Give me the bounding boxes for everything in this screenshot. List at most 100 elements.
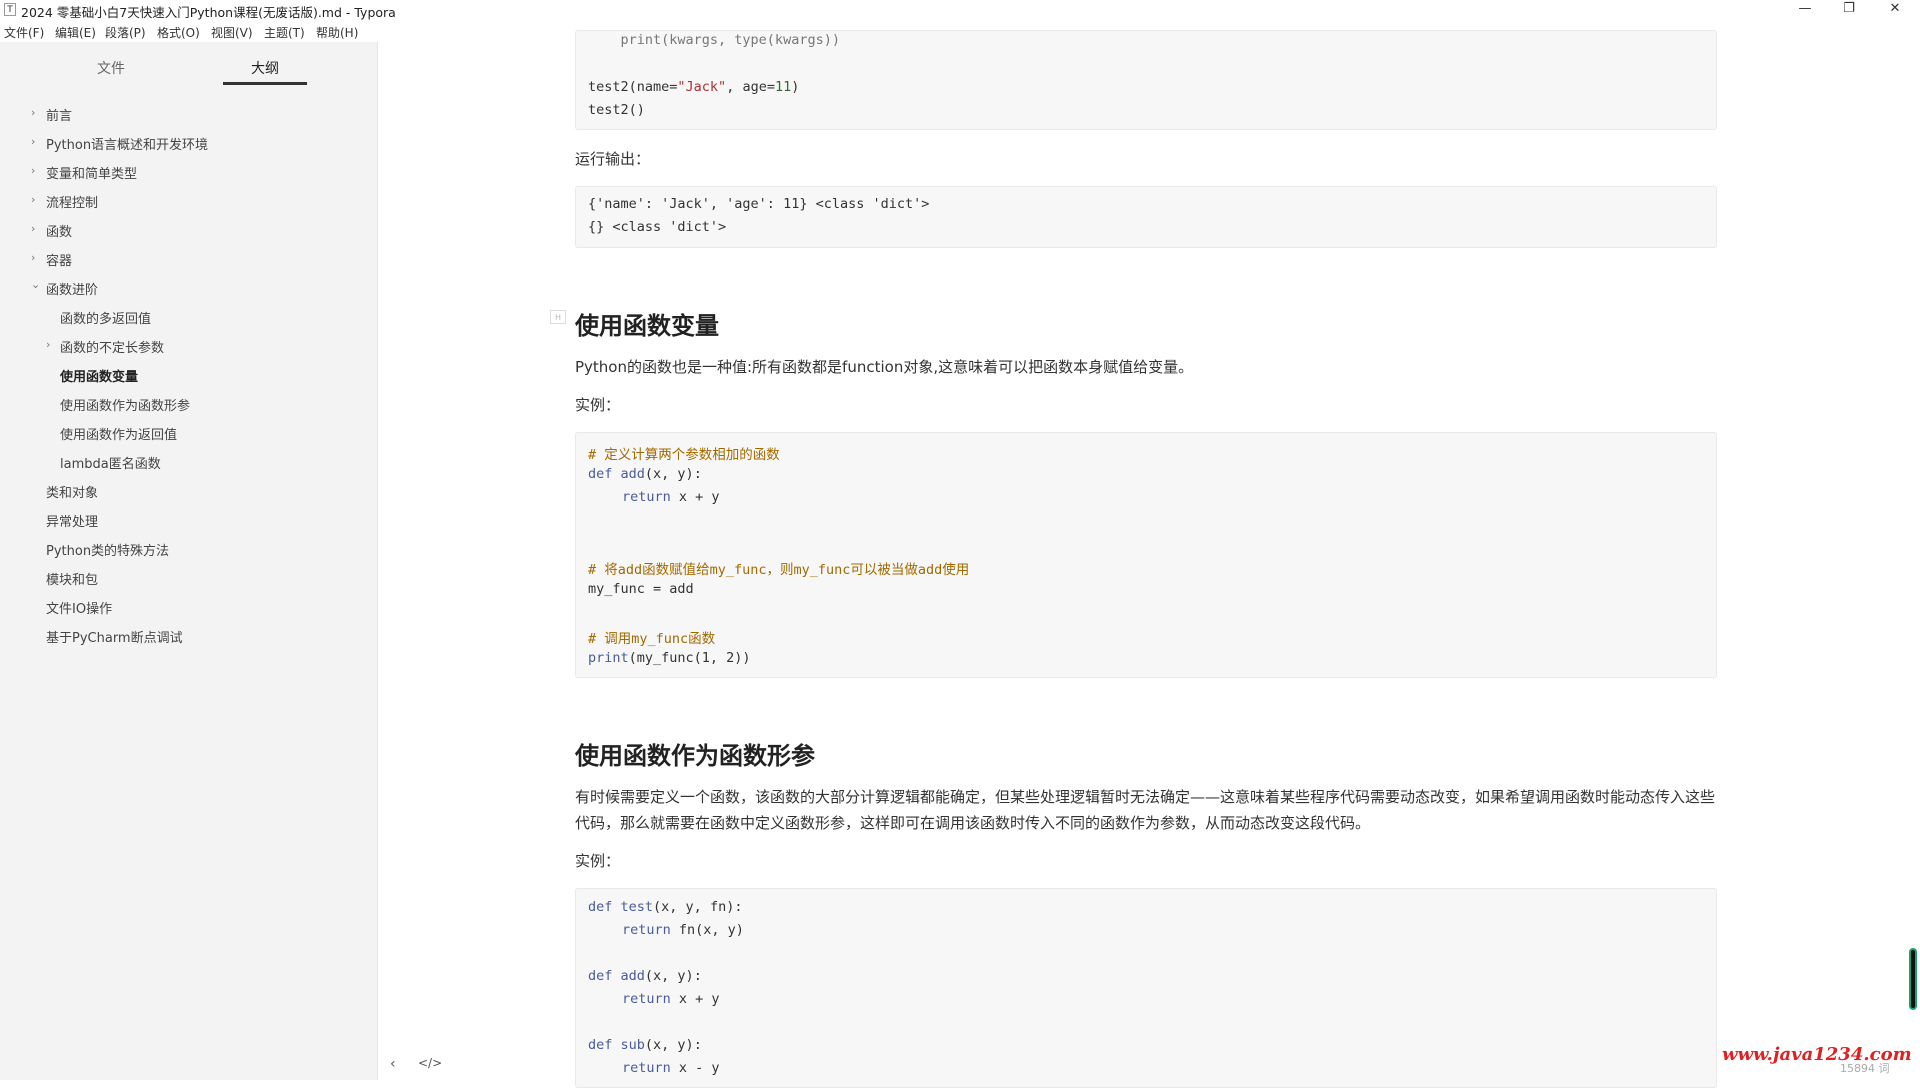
chevron-right-icon[interactable]: › bbox=[31, 106, 35, 119]
code-number: 11 bbox=[774, 79, 792, 95]
heading-function-as-param: 使用函数作为函数形参 bbox=[575, 742, 815, 770]
output-line: {'name': 'Jack', 'age': 11} <class 'dict… bbox=[588, 196, 930, 212]
outline-item-variadic-args[interactable]: 函数的不定长参数 bbox=[60, 337, 164, 356]
menu-help[interactable]: 帮助(H) bbox=[316, 24, 358, 41]
outline-item-lambda[interactable]: lambda匿名函数 bbox=[60, 453, 161, 472]
paragraph: 有时候需要定义一个函数，该函数的大部分计算逻辑都能确定，但某些处理逻辑暂时无法确… bbox=[575, 788, 1716, 832]
example-label: 实例： bbox=[575, 396, 621, 414]
code-text: (my_func(1, 2)) bbox=[628, 650, 751, 666]
menu-theme[interactable]: 主题(T) bbox=[264, 24, 305, 41]
code-block[interactable]: print(kwargs, type(kwargs)) test2(name="… bbox=[575, 30, 1717, 130]
code-keyword: def bbox=[588, 899, 613, 915]
outline-item-multiple-returns[interactable]: 函数的多返回值 bbox=[60, 308, 151, 327]
code-keyword: return bbox=[622, 489, 671, 505]
heading-function-variables: 使用函数变量 bbox=[575, 312, 719, 340]
code-keyword: def bbox=[588, 1037, 613, 1053]
code-line: test2() bbox=[588, 102, 645, 118]
code-line: print(kwargs, type(kwargs)) bbox=[588, 32, 840, 48]
code-line: def add(x, y): bbox=[588, 968, 702, 984]
code-block[interactable]: # 定义计算两个参数相加的函数 def add(x, y): return x … bbox=[575, 432, 1717, 678]
example-label: 实例： bbox=[575, 852, 621, 870]
code-keyword: return bbox=[622, 991, 671, 1007]
chevron-right-icon[interactable]: › bbox=[46, 338, 50, 351]
chevron-down-icon[interactable]: ⌄ bbox=[31, 278, 40, 291]
code-keyword: def bbox=[588, 968, 613, 984]
heading-anchor-icon[interactable]: H bbox=[550, 310, 566, 324]
code-line: return x - y bbox=[622, 1060, 720, 1076]
code-comment: # 将add函数赋值给my_func，则my_func可以被当做add使用 bbox=[588, 562, 970, 578]
scrollbar-thumb[interactable] bbox=[1909, 948, 1917, 1010]
code-text: (x, y): bbox=[644, 1037, 702, 1053]
outline-item-modules[interactable]: 模块和包 bbox=[46, 569, 98, 588]
chevron-right-icon[interactable]: › bbox=[31, 222, 35, 235]
title-bar: T 2024 零基础小白7天快速入门Python课程(无废话版).md - Ty… bbox=[0, 0, 1920, 20]
output-label: 运行输出： bbox=[575, 150, 651, 168]
tab-outline[interactable]: 大纲 bbox=[251, 58, 279, 78]
paragraph: Python的函数也是一种值:所有函数都是function对象,这意味着可以把函… bbox=[575, 358, 1194, 376]
outline-item-function-variables[interactable]: 使用函数变量 bbox=[60, 366, 138, 385]
code-text: x - y bbox=[670, 1060, 720, 1076]
outline-item-preface[interactable]: 前言 bbox=[46, 105, 72, 124]
outline-item-function-as-param[interactable]: 使用函数作为函数形参 bbox=[60, 395, 190, 414]
code-text: , age= bbox=[726, 79, 775, 95]
menu-paragraph[interactable]: 段落(P) bbox=[105, 24, 146, 41]
code-line: my_func = add bbox=[588, 581, 694, 597]
outline-item-exceptions[interactable]: 异常处理 bbox=[46, 511, 98, 530]
code-text: ) bbox=[791, 79, 800, 95]
outline-item-pycharm-debug[interactable]: 基于PyCharm断点调试 bbox=[46, 627, 183, 646]
outline-item-python-overview[interactable]: Python语言概述和开发环境 bbox=[46, 134, 208, 153]
word-count[interactable]: 15894 词 bbox=[1840, 1060, 1890, 1076]
sidebar: 文件 大纲 › 前言 › Python语言概述和开发环境 › 变量和简单类型 ›… bbox=[0, 42, 378, 1080]
outline-item-advanced-functions[interactable]: 函数进阶 bbox=[46, 279, 98, 298]
code-text: x + y bbox=[670, 991, 720, 1007]
chevron-right-icon[interactable]: › bbox=[31, 193, 35, 206]
code-line: test2(name="Jack", age=11) bbox=[588, 79, 799, 95]
menu-format[interactable]: 格式(O) bbox=[157, 24, 200, 41]
active-tab-indicator bbox=[223, 82, 307, 85]
code-function-name: test bbox=[620, 899, 654, 915]
menu-view[interactable]: 视图(V) bbox=[211, 24, 253, 41]
code-string: "Jack" bbox=[677, 79, 727, 95]
outline-item-file-io[interactable]: 文件IO操作 bbox=[46, 598, 112, 617]
code-line: return x + y bbox=[622, 991, 720, 1007]
menu-edit[interactable]: 编辑(E) bbox=[55, 24, 96, 41]
code-function-name: sub bbox=[620, 1037, 645, 1053]
code-line: def sub(x, y): bbox=[588, 1037, 702, 1053]
outline-item-classes[interactable]: 类和对象 bbox=[46, 482, 98, 501]
code-text: (x, y): bbox=[644, 968, 702, 984]
close-button[interactable]: ✕ bbox=[1872, 0, 1918, 20]
chevron-right-icon[interactable]: › bbox=[31, 251, 35, 264]
code-comment: # 调用my_func函数 bbox=[588, 631, 716, 647]
code-text: test2(name= bbox=[588, 79, 678, 95]
output-line: {} <class 'dict'> bbox=[588, 219, 727, 235]
outline-item-function-as-return[interactable]: 使用函数作为返回值 bbox=[60, 424, 177, 443]
code-block[interactable]: def test(x, y, fn): return fn(x, y) def … bbox=[575, 888, 1717, 1088]
chevron-right-icon[interactable]: › bbox=[31, 135, 35, 148]
restore-button[interactable]: ❐ bbox=[1826, 0, 1872, 20]
code-keyword: print bbox=[588, 650, 629, 666]
source-mode-icon[interactable]: </> bbox=[418, 1056, 442, 1070]
code-line: return fn(x, y) bbox=[622, 922, 744, 938]
code-line: print(my_func(1, 2)) bbox=[588, 650, 751, 666]
minimize-button[interactable]: — bbox=[1782, 0, 1828, 20]
code-line: def add(x, y): bbox=[588, 466, 702, 482]
outline-item-flow-control[interactable]: 流程控制 bbox=[46, 192, 98, 211]
window-title: 2024 零基础小白7天快速入门Python课程(无废话版).md - Typo… bbox=[21, 5, 396, 20]
output-block[interactable]: {'name': 'Jack', 'age': 11} <class 'dict… bbox=[575, 186, 1717, 248]
code-function-name: add bbox=[620, 466, 645, 482]
code-text: x + y bbox=[670, 489, 720, 505]
chevron-right-icon[interactable]: › bbox=[31, 164, 35, 177]
code-keyword: return bbox=[622, 1060, 671, 1076]
outline-item-special-methods[interactable]: Python类的特殊方法 bbox=[46, 540, 169, 559]
code-function-name: add bbox=[620, 968, 645, 984]
code-keyword: return bbox=[622, 922, 671, 938]
tab-files[interactable]: 文件 bbox=[97, 58, 125, 78]
code-line: return x + y bbox=[622, 489, 720, 505]
outline-item-variables[interactable]: 变量和简单类型 bbox=[46, 163, 137, 182]
typora-app-icon: T bbox=[4, 3, 16, 16]
outline-item-containers[interactable]: 容器 bbox=[46, 250, 72, 269]
menu-file[interactable]: 文件(F) bbox=[4, 24, 44, 41]
collapse-sidebar-icon[interactable]: ‹ bbox=[390, 1056, 396, 1072]
code-comment: # 定义计算两个参数相加的函数 bbox=[588, 447, 780, 463]
outline-item-functions[interactable]: 函数 bbox=[46, 221, 72, 240]
